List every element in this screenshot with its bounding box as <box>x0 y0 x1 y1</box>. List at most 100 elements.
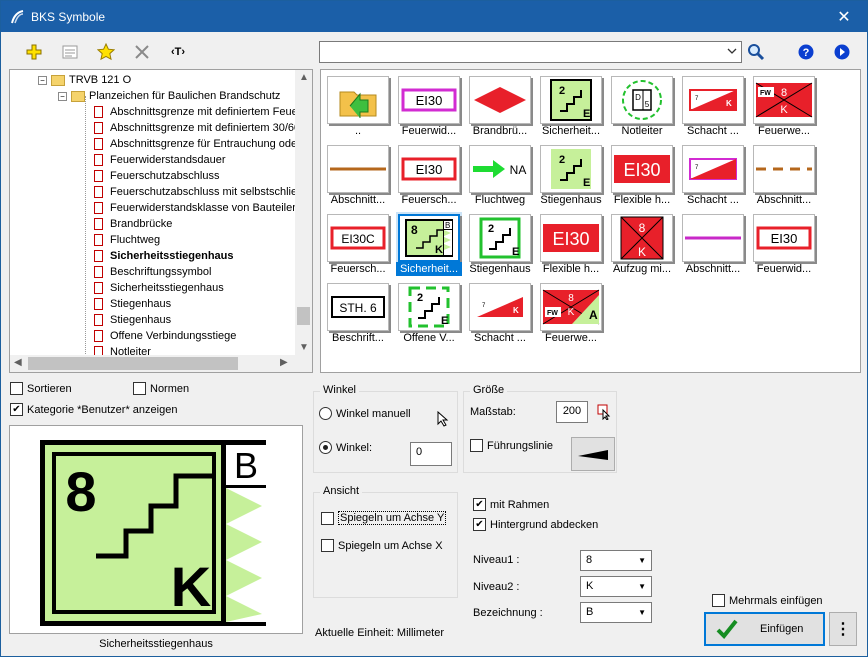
category-checkbox-box[interactable]: ✔ <box>10 403 23 416</box>
search-combo[interactable] <box>319 41 742 63</box>
symbol-tile[interactable]: Abschnitt... <box>680 212 746 276</box>
scale-pick-button[interactable] <box>594 401 616 423</box>
bezeichnung-select[interactable]: B ▼ <box>580 602 652 623</box>
category-checkbox[interactable]: ✔ Kategorie *Benutzer* anzeigen <box>10 403 177 416</box>
angle-radio-circle[interactable] <box>319 441 332 454</box>
symbol-tile[interactable]: 2 E Stiegenhaus <box>467 212 533 276</box>
symbol-tile[interactable]: 2 E Offene V... <box>396 281 462 345</box>
mirror-y-checkbox-box[interactable] <box>321 511 334 525</box>
scale-label: Maßstab: <box>470 406 516 418</box>
next-button[interactable] <box>831 41 853 63</box>
collapse-icon[interactable]: − <box>38 75 47 85</box>
text-tag-button[interactable]: ‹T› <box>167 41 189 63</box>
tree-vertical-scrollbar[interactable]: ▲ ▼ <box>295 70 312 357</box>
symbol-tile[interactable]: 2 E Stiegenhaus <box>538 143 604 207</box>
svg-text:8: 8 <box>781 87 787 99</box>
tree-item[interactable]: Sicherheitsstiegenhaus <box>94 248 234 264</box>
favorite-button[interactable] <box>95 41 117 63</box>
sort-checkbox[interactable]: Sortieren <box>10 382 72 395</box>
help-button[interactable]: ? <box>795 41 817 63</box>
background-checkbox[interactable]: ✔ Hintergrund abdecken <box>473 518 598 531</box>
symbol-tile[interactable]: EI30 Feuerwid... <box>396 74 462 138</box>
symbol-tile[interactable]: K 7 Schacht ... <box>680 74 746 138</box>
angle-radio[interactable]: Winkel: <box>319 441 372 454</box>
scale-input[interactable]: 200 <box>556 401 588 423</box>
symbol-tile[interactable]: D 5 Notleiter <box>609 74 675 138</box>
symbol-tile[interactable]: K 7 Schacht ... <box>467 281 533 345</box>
symbol-tile[interactable]: EI30 Feuerwid... <box>751 212 817 276</box>
frame-checkbox-box[interactable]: ✔ <box>473 498 486 511</box>
norms-checkbox-box[interactable] <box>133 382 146 395</box>
leader-checkbox-box[interactable] <box>470 439 483 452</box>
category-tree[interactable]: − TRVB 121 O − Planzeichen für Baulichen Br… <box>9 69 313 373</box>
tree-root[interactable]: − TRVB 121 O <box>38 72 131 88</box>
angle-manual-radio[interactable]: Winkel manuell <box>319 407 411 420</box>
symbol-grid[interactable]: .. EI30 Feuerwid... Brandbrü... 2 E Sicherheit… <box>320 69 861 373</box>
tree-item[interactable]: Feuerschutzabschluss <box>94 168 219 184</box>
symbol-tile[interactable]: .. <box>325 74 391 138</box>
tree-horizontal-scrollbar[interactable]: ◀ ▶ <box>10 355 312 372</box>
tree-item[interactable]: Brandbrücke <box>94 216 172 232</box>
close-button[interactable]: ✕ <box>821 1 867 32</box>
tree-item[interactable]: Fluchtweg <box>94 232 160 248</box>
tree-item[interactable]: Stiegenhaus <box>94 296 171 312</box>
tree-item[interactable]: Sicherheitsstiegenhaus <box>94 280 224 296</box>
tree-item[interactable]: Beschriftungssymbol <box>94 264 212 280</box>
symbol-tile[interactable]: EI30C Feuersch... <box>325 212 391 276</box>
delete-button[interactable] <box>131 41 153 63</box>
tile-shadow <box>531 147 533 193</box>
properties-button[interactable] <box>59 41 81 63</box>
tree-item-label: Brandbrücke <box>110 218 173 230</box>
tree-item[interactable]: Abschnittsgrenze für Entrauchung ode <box>94 136 297 152</box>
symbol-tile[interactable]: EI30 Flexible h... <box>609 143 675 207</box>
tree-group[interactable]: − Planzeichen für Baulichen Brandschutz <box>58 88 280 104</box>
niveau2-select[interactable]: K ▼ <box>580 576 652 597</box>
leader-checkbox[interactable]: Führungslinie <box>470 439 553 452</box>
norms-checkbox[interactable]: Normen <box>133 382 189 395</box>
background-checkbox-box[interactable]: ✔ <box>473 518 486 531</box>
add-button[interactable] <box>23 41 45 63</box>
tree-item[interactable]: Abschnittsgrenze mit definiertem 30/60 <box>94 120 300 136</box>
tree-hscroll-thumb[interactable] <box>28 357 238 370</box>
niveau1-select[interactable]: 8 ▼ <box>580 550 652 571</box>
tree-item[interactable]: Offene Verbindungsstiege <box>94 328 236 344</box>
tile-shadow <box>602 216 604 262</box>
tree-item[interactable]: Feuerwiderstandsdauer <box>94 152 226 168</box>
symbol-tile[interactable]: EI30 Feuersch... <box>396 143 462 207</box>
sort-checkbox-box[interactable] <box>10 382 23 395</box>
symbol-tile[interactable]: EI30 Flexible h... <box>538 212 604 276</box>
angle-input[interactable]: 0 <box>410 442 452 466</box>
scroll-right-icon[interactable]: ▶ <box>280 357 288 368</box>
search-button[interactable] <box>745 41 767 63</box>
tree-scroll-thumb[interactable] <box>297 307 310 325</box>
insert-button[interactable]: Einfügen <box>704 612 825 646</box>
collapse-icon[interactable]: − <box>58 91 67 101</box>
tree-item[interactable]: Abschnittsgrenze mit definiertem Feue <box>94 104 298 120</box>
multi-insert-checkbox[interactable]: Mehrmals einfügen <box>712 594 823 607</box>
angle-manual-radio-circle[interactable] <box>319 407 332 420</box>
scroll-left-icon[interactable]: ◀ <box>14 357 22 368</box>
symbol-tile[interactable]: STH. 6 Beschrift... <box>325 281 391 345</box>
symbol-tile[interactable]: NA Fluchtweg <box>467 143 533 207</box>
tree-item[interactable]: Stiegenhaus <box>94 312 171 328</box>
symbol-tile[interactable]: 8 K Aufzug mi... <box>609 212 675 276</box>
scroll-down-icon[interactable]: ▼ <box>299 342 309 353</box>
mirror-y-checkbox[interactable]: Spiegeln um Achse Y <box>321 511 447 525</box>
mirror-x-checkbox[interactable]: Spiegeln um Achse X <box>321 539 443 552</box>
symbol-tile[interactable]: FW 8 K A Feuerwe... <box>538 281 604 345</box>
scroll-up-icon[interactable]: ▲ <box>299 72 309 83</box>
frame-checkbox[interactable]: ✔ mit Rahmen <box>473 498 549 511</box>
tree-item[interactable]: Feuerschutzabschluss mit selbstschließ <box>94 184 304 200</box>
mirror-x-checkbox-box[interactable] <box>321 539 334 552</box>
leader-style-button[interactable] <box>571 437 615 471</box>
symbol-tile[interactable]: Abschnitt... <box>325 143 391 207</box>
symbol-tile[interactable]: FW 8 K Feuerwe... <box>751 74 817 138</box>
symbol-tile[interactable]: 7 Schacht ... <box>680 143 746 207</box>
more-options-button[interactable]: ⋮ <box>829 612 857 646</box>
symbol-tile[interactable]: Brandbrü... <box>467 74 533 138</box>
symbol-tile[interactable]: Abschnitt... <box>751 143 817 207</box>
multi-insert-checkbox-box[interactable] <box>712 594 725 607</box>
symbol-tile[interactable]: 2 E Sicherheit... <box>538 74 604 138</box>
symbol-tile[interactable]: 8 K B Sicherheit... <box>396 212 462 276</box>
tree-item[interactable]: Feuerwiderstandsklasse von Bauteilen <box>94 200 298 216</box>
